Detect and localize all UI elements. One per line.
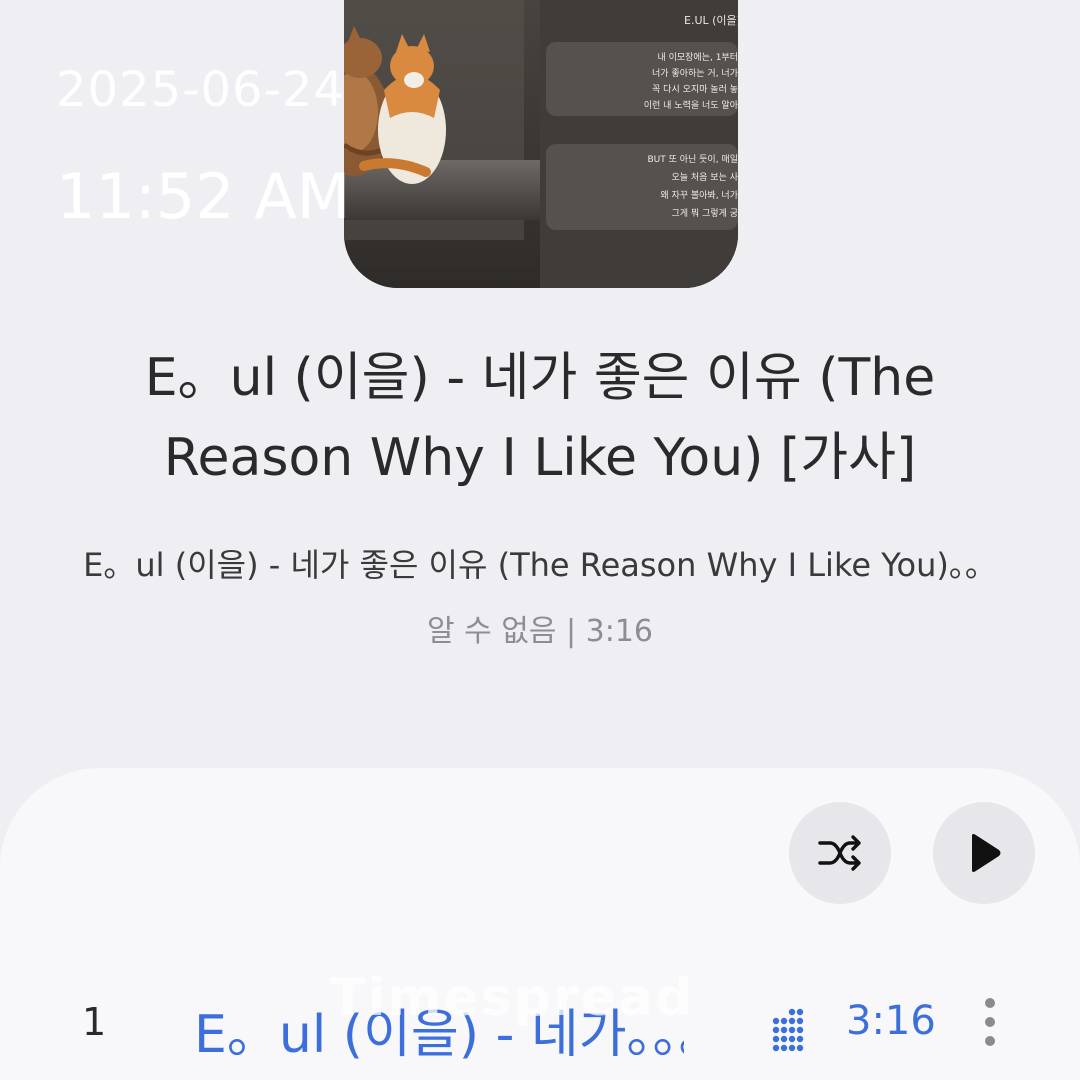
song-meta: 알 수 없음 | 3:16 (426, 614, 654, 649)
now-playing-equalizer-icon (772, 1008, 804, 1052)
more-vertical-icon (985, 998, 995, 1046)
timestamp-date: 2025-06-24 (56, 62, 345, 118)
album-art: E.UL (이을) 내 이모장에는, 1부터 너가 좋아하는 거, 너가 꼭 다… (344, 0, 738, 288)
track-title: E。ul (이을) - 네가。。。 (194, 1005, 684, 1065)
lyric-line: 오늘 처음 보는 사 (671, 171, 738, 183)
shuffle-button[interactable] (789, 802, 891, 904)
lyric-line: 내 이모장에는, 1부터 (657, 52, 738, 63)
lyric-line: BUT 또 아닌 듯이, 매일 (647, 154, 738, 165)
music-player-screen: E.UL (이을) 내 이모장에는, 1부터 너가 좋아하는 거, 너가 꼭 다… (0, 0, 1080, 1080)
song-subtitle: E。ul (이을) - 네가 좋은 이유 (The Reason Why I L… (83, 546, 997, 584)
lyric-line: 이런 내 노력을 너도 알아 (644, 99, 738, 111)
play-button[interactable] (933, 802, 1035, 904)
lyric-card-title: E.UL (이을) (684, 14, 738, 27)
lyric-line: 왜 자꾸 볼아봐, 너가 (660, 190, 738, 201)
track-row[interactable]: 1 E。ul (이을) - 네가。。。 3:16 (0, 980, 1080, 1070)
timestamp-time: 11:52 AM (56, 160, 351, 233)
lyric-line: 그게 뭐 그렇게 궁 (671, 207, 738, 219)
shuffle-icon (818, 835, 861, 871)
play-icon (972, 834, 1001, 872)
track-number: 1 (82, 1000, 107, 1044)
song-title: E。ul (이을) - 네가 좋은 이유 (The Reason Why I L… (144, 348, 936, 488)
lyric-line: 너가 좋아하는 거, 너가 (652, 68, 738, 79)
more-options-button[interactable] (968, 992, 1012, 1052)
lyric-line: 꼭 다시 오지마 놀러 놓 (652, 84, 738, 95)
track-duration: 3:16 (846, 998, 936, 1044)
